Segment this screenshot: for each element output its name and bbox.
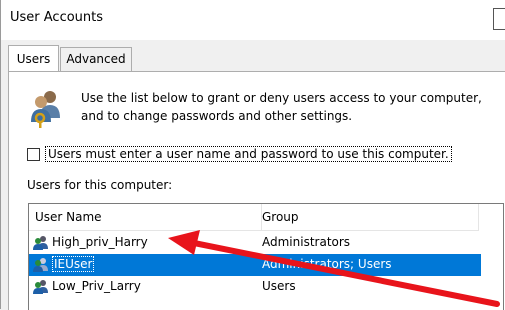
group-cell: Administrators (262, 235, 351, 249)
user-icon (33, 236, 48, 250)
users-section-label: Users for this computer: (27, 178, 173, 192)
intro-text: Use the list below to grant or deny user… (81, 89, 491, 125)
user-name-cell: Low_Priv_Larry (52, 279, 141, 293)
user-icon (33, 280, 48, 294)
column-header-user-name[interactable]: User Name (29, 204, 262, 231)
column-header-group[interactable]: Group (262, 204, 479, 231)
tab-users[interactable]: Users (8, 45, 59, 71)
users-list[interactable]: User Name Group High_priv_Harry Administ… (28, 203, 504, 310)
group-cell: Users (262, 279, 296, 293)
intro-line-2: and to change passwords and other settin… (81, 109, 353, 123)
table-row[interactable]: High_priv_Harry Administrators (29, 232, 481, 254)
window-title: User Accounts (10, 10, 104, 25)
user-name-cell: High_priv_Harry (52, 235, 148, 249)
group-cell: Administrators; Users (262, 257, 392, 271)
users-icon (31, 91, 60, 128)
column-header-group-label: Group (262, 210, 299, 224)
tab-advanced[interactable]: Advanced (60, 47, 132, 71)
close-button[interactable] (493, 8, 505, 30)
table-row-selected[interactable]: IEUser Administrators; Users (29, 254, 481, 276)
title-bar[interactable]: User Accounts (1, 0, 505, 40)
require-login-label[interactable]: Users must enter a user name and passwor… (45, 146, 452, 162)
require-login-checkbox[interactable] (27, 148, 40, 161)
user-name-cell: IEUser (52, 256, 95, 272)
user-icon (33, 258, 48, 272)
intro-line-1: Use the list below to grant or deny user… (81, 91, 482, 105)
user-accounts-window: User Accounts Users Advanced Use the lis… (0, 0, 505, 310)
table-row[interactable]: Low_Priv_Larry Users (29, 276, 481, 298)
